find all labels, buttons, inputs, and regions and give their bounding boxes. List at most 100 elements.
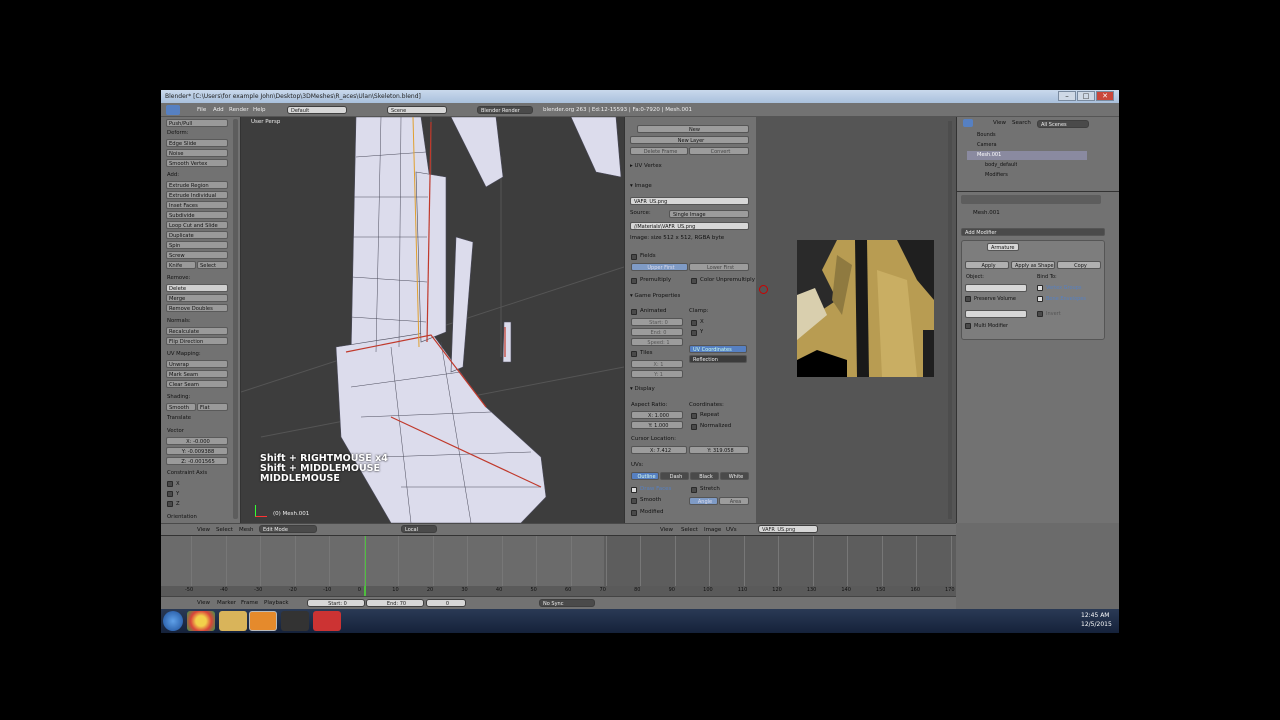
apply-as-shape-button[interactable]: Apply as Shape K bbox=[1011, 261, 1055, 269]
uv-image-editor[interactable] bbox=[756, 117, 956, 523]
white-style-button[interactable]: White bbox=[720, 472, 749, 480]
reflection-option[interactable]: Reflection bbox=[689, 355, 747, 363]
delete-frame-button[interactable]: Delete Frame bbox=[630, 147, 688, 155]
inset-faces-button[interactable]: Inset Faces bbox=[166, 201, 228, 209]
timeline[interactable]: -50 -40 -30 -20 -10 0 10 20 30 40 50 60 70 80 90 100 110… bbox=[161, 535, 956, 597]
outliner-item-mesh[interactable]: Mesh.001 bbox=[977, 152, 1001, 158]
app-icon[interactable] bbox=[313, 611, 341, 631]
vector-x-field[interactable]: X: -0.000 bbox=[166, 437, 228, 445]
timeline-playback-menu[interactable]: Playback bbox=[264, 598, 289, 608]
timeline-view-menu[interactable]: View bbox=[197, 598, 210, 608]
image-image-menu[interactable]: Image bbox=[704, 525, 721, 535]
end-frame-field[interactable]: End: 70 bbox=[366, 599, 424, 607]
vector-y-field[interactable]: Y: -0.009388 bbox=[166, 447, 228, 455]
modifier-name-field[interactable]: Armature bbox=[987, 243, 1019, 251]
menu-file[interactable]: File bbox=[197, 105, 206, 115]
menu-add[interactable]: Add bbox=[213, 105, 224, 115]
outliner-view-menu[interactable]: View bbox=[993, 118, 1006, 128]
flat-shading-button[interactable]: Flat bbox=[197, 403, 228, 411]
dash-style-button[interactable]: Dash bbox=[660, 472, 689, 480]
source-select[interactable]: Single Image bbox=[669, 210, 749, 218]
smooth-vertex-button[interactable]: Smooth Vertex bbox=[166, 159, 228, 167]
vertex-group-field[interactable] bbox=[965, 310, 1027, 318]
translate-panel-header[interactable]: Translate bbox=[167, 414, 191, 422]
screw-button[interactable]: Screw bbox=[166, 251, 228, 259]
multi-modifier-checkbox[interactable] bbox=[965, 323, 971, 329]
outliner-item-camera[interactable]: Camera bbox=[977, 142, 997, 148]
tool-shelf-scrollbar[interactable] bbox=[233, 119, 238, 519]
mode-select[interactable]: Edit Mode bbox=[259, 525, 317, 533]
close-button[interactable]: ✕ bbox=[1096, 91, 1114, 101]
modified-checkbox[interactable] bbox=[631, 510, 637, 516]
2d-cursor-icon[interactable] bbox=[759, 285, 768, 294]
draw-faces-checkbox[interactable] bbox=[631, 487, 637, 493]
unwrap-button[interactable]: Unwrap bbox=[166, 360, 228, 368]
viewport-mesh-menu[interactable]: Mesh bbox=[239, 525, 253, 535]
preserve-volume-checkbox[interactable] bbox=[965, 296, 971, 302]
axis-y-checkbox[interactable] bbox=[167, 491, 173, 497]
menu-help[interactable]: Help bbox=[253, 105, 266, 115]
blender-taskbar-icon[interactable] bbox=[249, 611, 277, 631]
outline-style-button[interactable]: Outline bbox=[631, 472, 659, 480]
clamp-y-checkbox[interactable] bbox=[691, 330, 697, 336]
maximize-button[interactable]: □ bbox=[1077, 91, 1095, 101]
knife-select-button[interactable]: Select bbox=[197, 261, 228, 269]
new-layer-button[interactable]: New Layer bbox=[630, 136, 749, 144]
fields-checkbox[interactable] bbox=[631, 254, 637, 260]
timeline-frame-menu[interactable]: Frame bbox=[241, 598, 258, 608]
aspect-x-field[interactable]: X: 1.000 bbox=[631, 411, 683, 419]
sync-select[interactable]: No Sync bbox=[539, 599, 595, 607]
animated-checkbox[interactable] bbox=[631, 309, 637, 315]
convert-button[interactable]: Convert bbox=[689, 147, 749, 155]
image-path-field[interactable]: //Materials\VAFR_US.png bbox=[630, 222, 749, 230]
image-browse-field[interactable]: VAFR_US.png bbox=[758, 525, 818, 533]
image-editor-scrollbar[interactable] bbox=[948, 121, 952, 519]
pivot-select[interactable]: Local bbox=[401, 525, 437, 533]
start-button-icon[interactable] bbox=[163, 611, 183, 631]
aspect-y-field[interactable]: Y: 1.000 bbox=[631, 421, 683, 429]
normalized-checkbox[interactable] bbox=[691, 424, 697, 430]
bone-envelopes-checkbox[interactable] bbox=[1037, 296, 1043, 302]
knife-button[interactable]: Knife bbox=[166, 261, 196, 269]
apply-button[interactable]: Apply bbox=[965, 261, 1009, 269]
subdivide-button[interactable]: Subdivide bbox=[166, 211, 228, 219]
viewport-view-menu[interactable]: View bbox=[197, 525, 210, 535]
uv-vertex-header[interactable]: ▸ UV Vertex bbox=[630, 162, 662, 171]
armature-object-field[interactable] bbox=[965, 284, 1027, 292]
color-unpremultiply-checkbox[interactable] bbox=[691, 278, 697, 284]
tiles-y-field[interactable]: Y: 1 bbox=[631, 370, 683, 378]
display-header[interactable]: ▾ Display bbox=[630, 385, 655, 394]
remove-doubles-button[interactable]: Remove Doubles bbox=[166, 304, 228, 312]
layout-select[interactable]: Default bbox=[287, 106, 347, 114]
clear-seam-button[interactable]: Clear Seam bbox=[166, 380, 228, 388]
cursor-y-field[interactable]: Y: 319.058 bbox=[689, 446, 749, 454]
chrome-icon[interactable] bbox=[187, 611, 215, 631]
image-header[interactable]: ▾ Image bbox=[630, 182, 652, 191]
tiles-checkbox[interactable] bbox=[631, 351, 637, 357]
add-modifier-select[interactable]: Add Modifier bbox=[961, 228, 1105, 236]
copy-modifier-button[interactable]: Copy bbox=[1057, 261, 1101, 269]
image-select-menu[interactable]: Select bbox=[681, 525, 698, 535]
flip-direction-button[interactable]: Flip Direction bbox=[166, 337, 228, 345]
duplicate-button[interactable]: Duplicate bbox=[166, 231, 228, 239]
axis-x-checkbox[interactable] bbox=[167, 481, 173, 487]
clamp-x-checkbox[interactable] bbox=[691, 320, 697, 326]
obs-icon[interactable] bbox=[281, 611, 309, 631]
outliner-item-modifiers[interactable]: Modifiers bbox=[985, 172, 1008, 178]
recalculate-button[interactable]: Recalculate bbox=[166, 327, 228, 335]
image-view-menu[interactable]: View bbox=[660, 525, 673, 535]
properties-context-tabs[interactable] bbox=[961, 195, 1101, 204]
viewport-select-menu[interactable]: Select bbox=[216, 525, 233, 535]
edge-slide-button[interactable]: Edge Slide bbox=[166, 139, 228, 147]
vector-z-field[interactable]: Z: -0.001565 bbox=[166, 457, 228, 465]
delete-button[interactable]: Delete bbox=[166, 284, 228, 292]
smooth-uv-checkbox[interactable] bbox=[631, 498, 637, 504]
smooth-shading-button[interactable]: Smooth bbox=[166, 403, 196, 411]
image-name-field[interactable]: VAFR_US.png bbox=[630, 197, 749, 205]
loop-cut-button[interactable]: Loop Cut and Slide bbox=[166, 221, 228, 229]
speed-field[interactable]: Speed: 1 bbox=[631, 338, 683, 346]
area-toggle[interactable]: Area bbox=[719, 497, 749, 505]
spin-button[interactable]: Spin bbox=[166, 241, 228, 249]
new-button[interactable]: New bbox=[637, 125, 749, 133]
outliner-search-menu[interactable]: Search bbox=[1012, 118, 1031, 128]
